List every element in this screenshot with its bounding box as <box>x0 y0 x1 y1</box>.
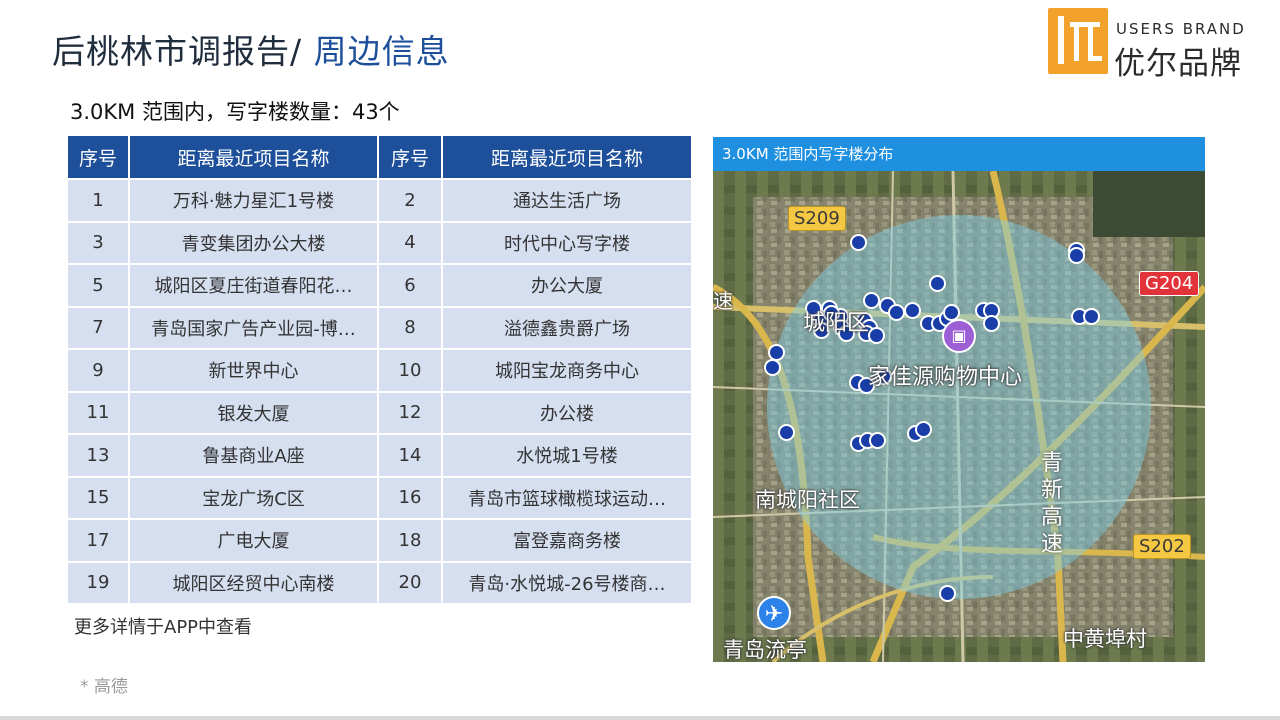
row-name-left: 银发大厦 <box>130 392 377 433</box>
office-poi-dot[interactable] <box>764 359 781 376</box>
map-background <box>713 137 1205 662</box>
row-name-right: 通达生活广场 <box>443 180 691 221</box>
row-index-right: 20 <box>379 562 441 603</box>
data-source-note: * 高德 <box>80 677 128 697</box>
row-index-right: 10 <box>379 350 441 391</box>
office-poi-dot[interactable] <box>929 275 946 292</box>
road-shield-s202: S202 <box>1133 534 1191 559</box>
row-index-left: 13 <box>68 435 128 476</box>
table-row: 15 宝龙广场C区 16 青岛市篮球橄榄球运动… <box>68 477 691 518</box>
brand-name-en: USERS BRAND <box>1116 20 1246 38</box>
map-header: 3.0KM 范围内写字楼分布 <box>713 137 1205 171</box>
shopping-mall-icon[interactable]: ▣ <box>942 319 976 353</box>
header-index-1: 序号 <box>68 136 128 178</box>
office-poi-dot[interactable] <box>983 315 1000 332</box>
office-poi-dot[interactable] <box>868 327 885 344</box>
table-row: 1 万科·魅力星汇1号楼 2 通达生活广场 <box>68 180 691 221</box>
row-index-left: 3 <box>68 222 128 263</box>
airport-icon[interactable]: ✈ <box>757 596 791 630</box>
office-poi-dot[interactable] <box>778 424 795 441</box>
row-name-right: 办公大厦 <box>443 265 691 306</box>
brand-name-cn: 优尔品牌 <box>1114 46 1242 82</box>
office-count-subtitle: 3.0KM 范围内，写字楼数量：43个 <box>70 100 400 124</box>
row-index-right: 8 <box>379 307 441 348</box>
row-name-left: 城阳区经贸中心南楼 <box>130 562 377 603</box>
row-name-left: 宝龙广场C区 <box>130 477 377 518</box>
row-index-right: 16 <box>379 477 441 518</box>
row-index-right: 14 <box>379 435 441 476</box>
header-name-2: 距离最近项目名称 <box>443 136 691 178</box>
row-index-right: 18 <box>379 520 441 561</box>
row-index-right: 12 <box>379 392 441 433</box>
row-name-right: 溢德鑫贵爵广场 <box>443 307 691 348</box>
brand-mark-icon <box>1048 8 1108 74</box>
row-index-left: 1 <box>68 180 128 221</box>
office-distribution-map[interactable]: 3.0KM 范围内写字楼分布 S209 G204 S202 城阳区 家佳源购物中… <box>713 137 1205 662</box>
row-name-left: 新世界中心 <box>130 350 377 391</box>
road-shield-g204: G204 <box>1139 271 1200 296</box>
table-row: 19 城阳区经贸中心南楼 20 青岛·水悦城-26号楼商… <box>68 562 691 603</box>
office-poi-dot[interactable] <box>915 421 932 438</box>
row-index-left: 7 <box>68 307 128 348</box>
office-poi-dot[interactable] <box>904 302 921 319</box>
table-row: 5 城阳区夏庄街道春阳花… 6 办公大厦 <box>68 265 691 306</box>
table-row: 13 鲁基商业A座 14 水悦城1号楼 <box>68 435 691 476</box>
brand-logo: USERS BRAND 优尔品牌 <box>1048 8 1258 82</box>
office-poi-dot[interactable] <box>1068 247 1085 264</box>
row-index-right: 4 <box>379 222 441 263</box>
row-name-right: 青岛·水悦城-26号楼商… <box>443 562 691 603</box>
table-header-row: 序号 距离最近项目名称 序号 距离最近项目名称 <box>68 136 691 178</box>
nearest-projects-table: 序号 距离最近项目名称 序号 距离最近项目名称 1 万科·魅力星汇1号楼 2 通达生活… <box>66 134 693 605</box>
page-title-main: 后桃林市调报告/ <box>52 32 303 71</box>
page-title-accent: 周边信息 <box>302 32 450 71</box>
map-label-mall: 家佳源购物中心 <box>868 365 1023 390</box>
row-name-right: 办公楼 <box>443 392 691 433</box>
map-label-expressway: 青新高速 <box>1040 451 1063 557</box>
row-name-right: 时代中心写字楼 <box>443 222 691 263</box>
row-name-right: 富登嘉商务楼 <box>443 520 691 561</box>
road-shield-s209: S209 <box>788 206 846 231</box>
row-name-right: 青岛市篮球橄榄球运动… <box>443 477 691 518</box>
row-index-left: 15 <box>68 477 128 518</box>
row-name-left: 鲁基商业A座 <box>130 435 377 476</box>
map-label-speed-fragment: 速 <box>713 289 733 313</box>
page-title: 后桃林市调报告/ 周边信息 <box>52 30 450 74</box>
row-index-right: 6 <box>379 265 441 306</box>
office-poi-dot[interactable] <box>1083 308 1100 325</box>
table-row: 17 广电大厦 18 富登嘉商务楼 <box>68 520 691 561</box>
row-index-right: 2 <box>379 180 441 221</box>
map-label-district-north: 城阳区 <box>803 311 870 336</box>
row-name-right: 水悦城1号楼 <box>443 435 691 476</box>
row-name-left: 城阳区夏庄街道春阳花… <box>130 265 377 306</box>
table-row: 3 青变集团办公大楼 4 时代中心写字楼 <box>68 222 691 263</box>
table-row: 9 新世界中心 10 城阳宝龙商务中心 <box>68 350 691 391</box>
row-index-left: 5 <box>68 265 128 306</box>
office-poi-dot[interactable] <box>869 432 886 449</box>
header-name-1: 距离最近项目名称 <box>130 136 377 178</box>
map-label-airport: 青岛流亭 <box>723 638 807 662</box>
row-index-left: 11 <box>68 392 128 433</box>
row-index-left: 17 <box>68 520 128 561</box>
bottom-divider <box>0 716 1280 720</box>
office-poi-dot[interactable] <box>888 304 905 321</box>
row-name-left: 万科·魅力星汇1号楼 <box>130 180 377 221</box>
slide: 后桃林市调报告/ 周边信息 USERS BRAND 优尔品牌 3.0KM 范围内… <box>0 0 1280 720</box>
table-row: 11 银发大厦 12 办公楼 <box>68 392 691 433</box>
office-poi-dot[interactable] <box>939 585 956 602</box>
office-poi-dot[interactable] <box>850 234 867 251</box>
row-name-left: 青变集团办公大楼 <box>130 222 377 263</box>
table-row: 7 青岛国家广告产业园-博… 8 溢德鑫贵爵广场 <box>68 307 691 348</box>
row-index-left: 19 <box>68 562 128 603</box>
map-label-district-south: 南城阳社区 <box>755 488 860 512</box>
row-name-left: 青岛国家广告产业园-博… <box>130 307 377 348</box>
header-index-2: 序号 <box>379 136 441 178</box>
row-index-left: 9 <box>68 350 128 391</box>
more-details-note: 更多详情于APP中查看 <box>74 617 253 638</box>
row-name-left: 广电大厦 <box>130 520 377 561</box>
row-name-right: 城阳宝龙商务中心 <box>443 350 691 391</box>
map-label-village: 中黄埠村 <box>1063 627 1147 651</box>
